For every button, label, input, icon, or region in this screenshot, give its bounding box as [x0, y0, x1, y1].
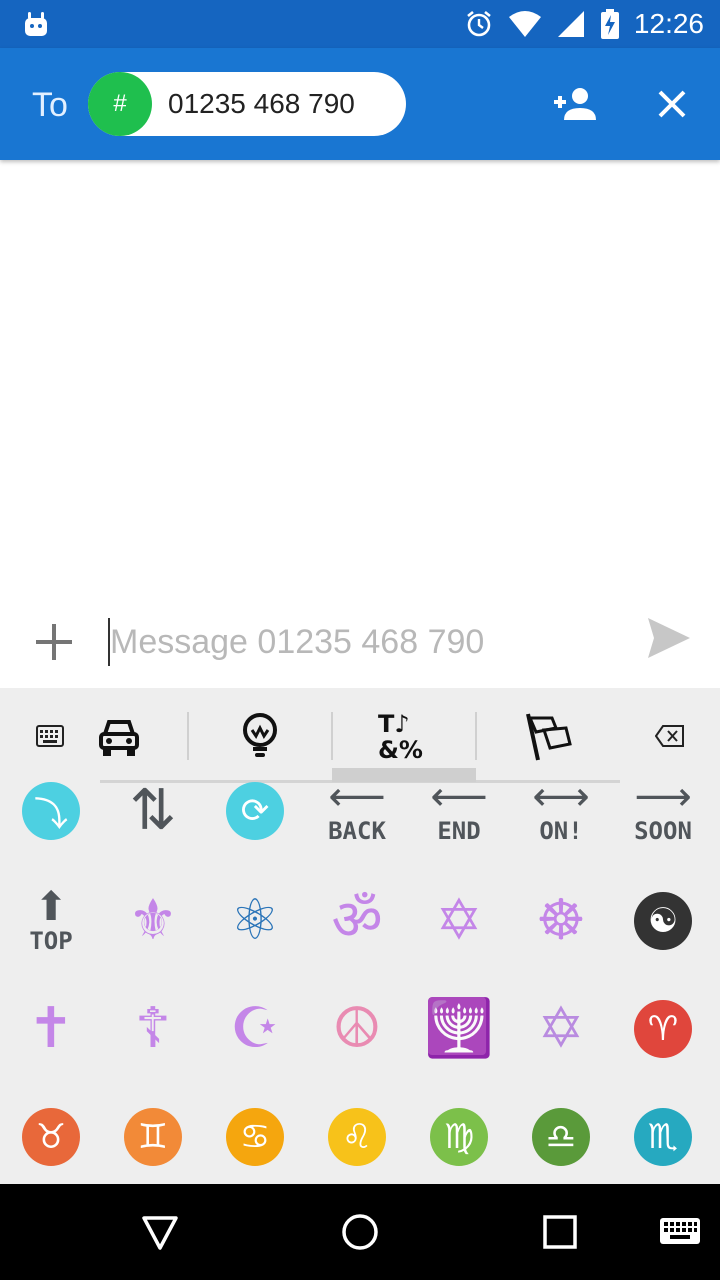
up-down-arrows-emoji[interactable]: ⇅	[102, 756, 204, 866]
emoji-arrow: ⬆	[34, 884, 68, 930]
back-arrow-emoji[interactable]: ⟵ BACK	[306, 756, 408, 866]
recipient-avatar: #	[88, 72, 152, 136]
scorpio-emoji[interactable]: ♏	[612, 1082, 714, 1184]
six-pointed-star-emoji[interactable]: ✡	[510, 974, 612, 1084]
emoji-arrow-word: ⬆ TOP	[29, 887, 72, 955]
taurus-emoji[interactable]: ♉	[0, 1082, 102, 1184]
emoji-word: TOP	[29, 927, 73, 955]
on-arrow-emoji[interactable]: ⟷ ON!	[510, 756, 612, 866]
emoji-word: SOON	[634, 817, 692, 845]
emoji-arrow: ⟵	[430, 774, 488, 820]
status-time: 12:26	[633, 8, 704, 39]
emoji-glyph: ♎	[532, 1108, 590, 1166]
emoji-glyph: ♈	[634, 1000, 692, 1058]
recipient-chip[interactable]: # 01235 468 790	[88, 72, 406, 136]
return-arrow-emoji[interactable]: ⤵	[0, 756, 102, 866]
emoji-keyboard: T♪ &% ⤵ ⇅ ⟳ ⟵ BACK ⟵ END ⟷ ON! ⟶ SOON ⬆ …	[0, 688, 720, 1184]
top-arrow-emoji[interactable]: ⬆ TOP	[0, 866, 102, 976]
emoji-grid: ⤵ ⇅ ⟳ ⟵ BACK ⟵ END ⟷ ON! ⟶ SOON ⬆ TOP ⚜ ⚛ ॐ ✡ ☸ ☯ ✝ ☦ ☪ ☮ 🕎 ✡ ♈ ♉ ♊…	[0, 777, 720, 1184]
emoji-glyph: 🕎	[424, 996, 494, 1061]
emoji-glyph: ♏	[634, 1108, 692, 1166]
home-circle-icon[interactable]	[340, 1212, 380, 1252]
latin-cross-emoji[interactable]: ✝	[0, 974, 102, 1084]
emoji-glyph: ✝	[27, 996, 75, 1061]
emoji-glyph: ॐ	[331, 888, 383, 953]
emoji-glyph: ⇅	[129, 778, 177, 843]
plus-icon[interactable]	[30, 618, 78, 666]
emoji-word: BACK	[328, 817, 386, 845]
emoji-glyph: ☦	[134, 996, 172, 1061]
emoji-glyph: ☯	[634, 892, 692, 950]
alarm-icon	[467, 10, 491, 37]
refresh-arrows-emoji[interactable]: ⟳	[204, 756, 306, 866]
emoji-arrow-word: ⟵ END	[430, 777, 487, 845]
message-input[interactable]	[108, 618, 628, 666]
send-icon[interactable]	[646, 616, 692, 660]
emoji-glyph: ☪	[229, 996, 281, 1061]
orthodox-cross-emoji[interactable]: ☦	[102, 974, 204, 1084]
wheel-of-dharma-emoji[interactable]: ☸	[510, 866, 612, 976]
emoji-word: END	[437, 817, 481, 845]
messaging-screen: 12:26 To # 01235 468 790 Message 01235 4…	[0, 0, 720, 1280]
recipient-app-bar: To # 01235 468 790	[0, 48, 720, 160]
star-of-david-emoji[interactable]: ✡	[408, 866, 510, 976]
aries-emoji[interactable]: ♈	[612, 974, 714, 1084]
status-bar: 12:26	[0, 0, 720, 48]
close-icon[interactable]	[648, 80, 696, 128]
status-icons: 12:26	[464, 0, 704, 48]
peace-symbol-emoji[interactable]: ☮	[306, 974, 408, 1084]
recipient-number: 01235 468 790	[168, 88, 355, 119]
leo-emoji[interactable]: ♌	[306, 1082, 408, 1184]
emoji-glyph: ✡	[435, 888, 483, 953]
back-triangle-icon[interactable]	[140, 1212, 180, 1252]
keyboard-switch-icon[interactable]	[658, 1212, 702, 1252]
emoji-glyph: ✡	[537, 996, 585, 1061]
navigation-bar	[0, 1184, 720, 1280]
emoji-arrow-word: ⟷ ON!	[532, 777, 589, 845]
vibration-mode-emoji[interactable]: ⚜	[102, 866, 204, 976]
add-person-icon[interactable]	[552, 84, 600, 124]
emoji-glyph: ♉	[22, 1108, 80, 1166]
signal-icon	[557, 11, 584, 37]
svg-text:T♪: T♪	[378, 710, 410, 738]
category-divider	[475, 712, 477, 760]
category-divider	[331, 712, 333, 760]
emoji-arrow: ⟵	[328, 774, 386, 820]
emoji-arrow: ⟷	[532, 774, 590, 820]
menorah-emoji[interactable]: 🕎	[408, 974, 510, 1084]
emoji-glyph: ⤵	[22, 782, 80, 840]
to-label: To	[32, 86, 68, 124]
star-and-crescent-emoji[interactable]: ☪	[204, 974, 306, 1084]
end-arrow-emoji[interactable]: ⟵ END	[408, 756, 510, 866]
emoji-glyph: ♌	[328, 1108, 386, 1166]
emoji-glyph: ⚜	[127, 888, 179, 953]
battery-charging-icon	[600, 9, 619, 39]
emoji-glyph: ♋	[226, 1108, 284, 1166]
emoji-arrow-word: ⟶ SOON	[634, 777, 692, 845]
emoji-glyph: ☮	[331, 996, 383, 1061]
emoji-glyph: ♊	[124, 1108, 182, 1166]
emoji-glyph: ⟳	[226, 782, 284, 840]
libra-emoji[interactable]: ♎	[510, 1082, 612, 1184]
yin-yang-emoji[interactable]: ☯	[612, 866, 714, 976]
emoji-arrow-word: ⟵ BACK	[328, 777, 386, 845]
emoji-word: ON!	[539, 817, 583, 845]
cancer-emoji[interactable]: ♋	[204, 1082, 306, 1184]
emoji-arrow: ⟶	[634, 774, 692, 820]
emoji-glyph: ☸	[535, 888, 587, 953]
gemini-emoji[interactable]: ♊	[102, 1082, 204, 1184]
om-emoji[interactable]: ॐ	[306, 866, 408, 976]
emoji-glyph: ⚛	[229, 888, 281, 953]
atom-emoji[interactable]: ⚛	[204, 866, 306, 976]
soon-arrow-emoji[interactable]: ⟶ SOON	[612, 756, 714, 866]
android-notification-icon	[25, 12, 47, 36]
virgo-emoji[interactable]: ♍	[408, 1082, 510, 1184]
recents-square-icon[interactable]	[540, 1212, 580, 1252]
wifi-icon	[508, 11, 541, 37]
category-divider	[187, 712, 189, 760]
emoji-glyph: ♍	[430, 1108, 488, 1166]
compose-bar	[0, 596, 720, 688]
